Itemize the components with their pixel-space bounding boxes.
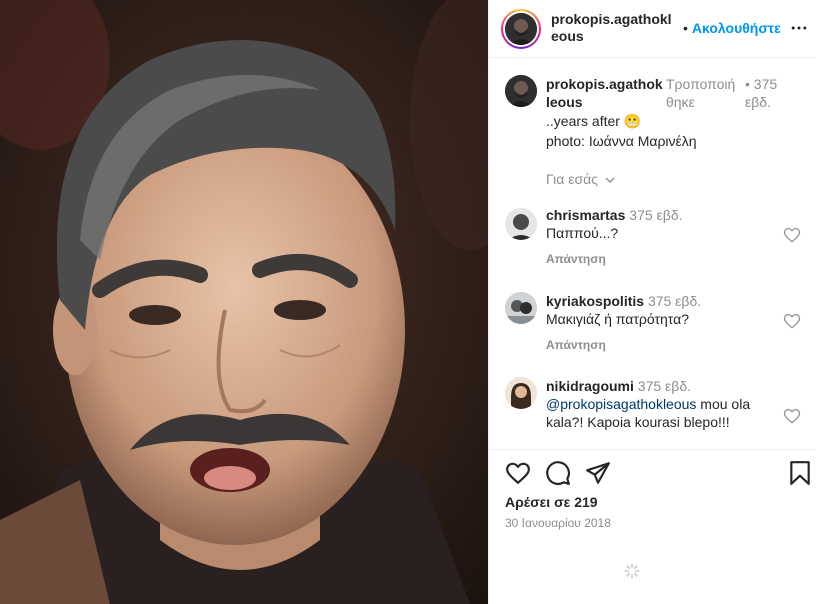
heart-icon[interactable] — [783, 312, 801, 330]
heart-icon[interactable] — [783, 407, 801, 425]
comment-body: kyriakospolitis 375 εβδ. Μακιγιάζ ή πατρ… — [546, 292, 778, 328]
comment-username[interactable]: kyriakospolitis — [546, 293, 644, 309]
follow-label: Ακολουθήστε — [691, 20, 781, 36]
follow-button[interactable]: • Ακολουθήστε — [683, 20, 781, 37]
see-translation-link[interactable]: Για εσάς — [546, 171, 616, 187]
caption-edited-label: Τροποποιή θηκε — [666, 76, 736, 110]
post-date[interactable]: 30 Ιανουαρίου 2018 — [505, 516, 611, 530]
likes-count[interactable]: Αρέσει σε 219 — [505, 494, 598, 510]
likes-number: 219 — [574, 494, 598, 510]
separator-dot: • — [683, 20, 688, 36]
avatar[interactable] — [505, 75, 537, 107]
comment-icon[interactable] — [545, 460, 571, 486]
caption-line: photo: Ιωάννα Μαρινέλη — [546, 133, 697, 149]
comment-row: nikidragoumi 375 εβδ. @prokopisagathokle… — [489, 375, 816, 449]
caption-text: ..years after 😬 photo: Ιωάννα Μαρινέλη — [546, 111, 796, 151]
post-side-panel: prokopis.agathokleous • Ακολουθήστε proko… — [488, 0, 816, 604]
comment-body: nikidragoumi 375 εβδ. @prokopisagathokle… — [546, 377, 780, 431]
avatar — [505, 13, 537, 45]
comment-text: Παππού...? — [546, 225, 619, 241]
heart-icon[interactable] — [505, 460, 531, 486]
comment-timestamp[interactable]: 375 εβδ. — [629, 207, 682, 223]
caption-timestamp[interactable]: • 375 εβδ. — [745, 75, 791, 111]
bookmark-icon[interactable] — [787, 460, 813, 486]
reply-button[interactable]: Απάντηση — [546, 252, 606, 266]
comment-row: chrismartas 375 εβδ. Παππού...? Απάντηση — [489, 204, 816, 284]
loading-spinner-icon — [624, 563, 640, 579]
avatar[interactable] — [505, 377, 537, 409]
post-photo[interactable] — [0, 0, 488, 604]
chevron-down-icon — [605, 177, 615, 184]
comments-section: prokopis.agathokleous Τροποποιή θηκε • 3… — [489, 59, 816, 449]
avatar[interactable] — [505, 208, 537, 240]
more-options-icon[interactable] — [789, 18, 809, 38]
caption-line: ..years after 😬 — [546, 113, 642, 129]
author-username[interactable]: prokopis.agathokleous — [551, 11, 675, 45]
author-avatar-story-ring[interactable] — [501, 9, 541, 49]
comment-timestamp[interactable]: 375 εβδ. — [638, 378, 691, 394]
comment-body: chrismartas 375 εβδ. Παππού...? — [546, 206, 778, 242]
likes-prefix: Αρέσει σε — [505, 494, 571, 510]
post-header: prokopis.agathokleous • Ακολουθήστε — [489, 0, 816, 58]
reply-button[interactable]: Απάντηση — [546, 338, 606, 352]
comment-mention-link[interactable]: @prokopisagathokleous — [546, 396, 696, 412]
caption-row: prokopis.agathokleous Τροποποιή θηκε • 3… — [489, 59, 816, 199]
caption-username[interactable]: prokopis.agathokleous — [546, 75, 664, 111]
heart-icon[interactable] — [783, 226, 801, 244]
comment-username[interactable]: chrismartas — [546, 207, 625, 223]
comment-text: Μακιγιάζ ή πατρότητα? — [546, 311, 689, 327]
paper-plane-icon[interactable] — [585, 460, 611, 486]
translation-label: Για εσάς — [546, 171, 598, 187]
avatar[interactable] — [505, 292, 537, 324]
post-actions: Αρέσει σε 219 30 Ιανουαρίου 2018 — [489, 450, 816, 604]
comment-timestamp[interactable]: 375 εβδ. — [648, 293, 701, 309]
portrait-image — [0, 0, 488, 604]
comment-username[interactable]: nikidragoumi — [546, 378, 634, 394]
comment-row: kyriakospolitis 375 εβδ. Μακιγιάζ ή πατρ… — [489, 290, 816, 370]
